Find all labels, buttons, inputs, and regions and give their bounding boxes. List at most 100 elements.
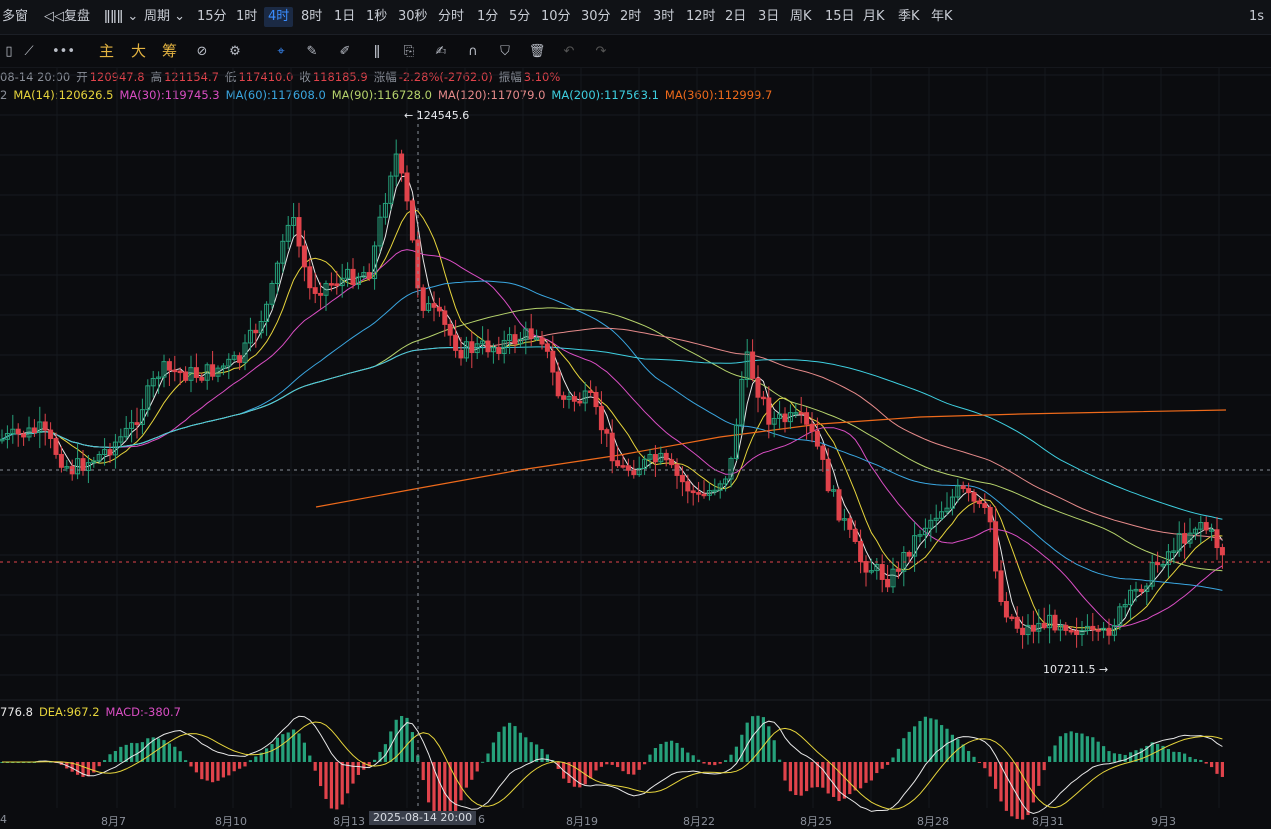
macd-bar [454, 762, 458, 816]
candle-body [836, 489, 842, 521]
macd-bar [1172, 751, 1176, 762]
candle-body [134, 422, 140, 425]
macd-bar [821, 762, 825, 788]
candle-body [436, 306, 442, 312]
candle-body [993, 521, 999, 572]
macd-bar [902, 738, 906, 762]
candle-body [442, 310, 448, 325]
macd-bar [918, 721, 922, 762]
x-tick: 8月7 [101, 815, 126, 828]
macd-bar [848, 762, 852, 795]
candle-body [760, 396, 766, 400]
candle-body [210, 364, 216, 377]
macd-bar [529, 742, 533, 762]
candle-body [1203, 522, 1209, 531]
macd-bar [540, 748, 544, 762]
macd-bar [621, 762, 625, 772]
macd-bar [610, 762, 614, 765]
macd-bar [697, 759, 701, 762]
macd-bar [1091, 737, 1095, 762]
candle-body [1074, 630, 1080, 636]
candle-body [690, 490, 696, 494]
candle-body [31, 427, 37, 433]
guide-lines [0, 110, 1271, 808]
macd-bar [1042, 762, 1046, 771]
macd-bar [1058, 736, 1062, 762]
ma-line [1, 175, 1223, 633]
candle-body [177, 370, 183, 374]
macd-bar [724, 760, 728, 762]
candle-body [512, 334, 518, 345]
macd-bar [459, 762, 463, 801]
candle-body [895, 568, 901, 572]
macd-bar [313, 762, 317, 771]
macd-bar [794, 762, 798, 796]
macd-bar [756, 715, 760, 762]
macd-bar [508, 722, 512, 762]
candle-body [863, 561, 869, 573]
candle-body [879, 564, 885, 580]
macd-bar [648, 754, 652, 762]
macd-bar [934, 719, 938, 762]
candle-body [966, 488, 972, 494]
x-tick: 8月22 [683, 815, 715, 828]
candle-body [318, 292, 324, 296]
candle-body [804, 412, 810, 425]
candle-body [1052, 614, 1058, 631]
candle-body [550, 350, 556, 373]
candle-body [598, 406, 604, 431]
macd-bar [637, 762, 641, 770]
low-annotation: 107211.5 → [1043, 663, 1109, 676]
macd-bar [659, 743, 663, 762]
macd-bar [427, 762, 431, 803]
macd-bar [929, 718, 933, 762]
candle-body [420, 287, 426, 311]
candle-body [199, 376, 205, 381]
macd-bar [1053, 745, 1057, 762]
macd-bar [907, 731, 911, 762]
x-tick: 4 [0, 813, 7, 826]
candle-body [1014, 616, 1020, 629]
macd-bar [643, 762, 647, 765]
macd-bar [788, 762, 792, 792]
candle-body [1020, 627, 1026, 636]
candle-body [679, 474, 685, 483]
candle-body [237, 355, 243, 363]
macd-bar [319, 762, 323, 787]
candlesticks [0, 139, 1225, 649]
macd-bar [356, 762, 360, 775]
macd-bar [103, 760, 107, 762]
candle-body [453, 334, 459, 351]
price-chart[interactable] [0, 0, 1271, 822]
macd-bar [805, 762, 809, 792]
macd-bar [837, 762, 841, 802]
candle-body [485, 340, 491, 353]
macd-bar [869, 762, 873, 781]
candle-body [404, 172, 410, 202]
macd-bar [1004, 762, 1008, 811]
candle-body [1214, 529, 1220, 549]
candle-body [1003, 601, 1009, 618]
candle-body [53, 438, 59, 455]
candle-body [885, 578, 891, 588]
candle-body [301, 245, 307, 268]
macd-bar [923, 716, 927, 762]
macd-bar [1010, 762, 1014, 817]
macd-bar [853, 762, 857, 791]
macd-bar [670, 740, 674, 762]
candle-body [782, 413, 788, 423]
macd-bar [626, 762, 630, 775]
macd-bar [184, 760, 188, 762]
candle-body [809, 423, 815, 432]
macd-bar [1026, 762, 1030, 816]
candle-body [431, 303, 437, 308]
macd-bar [1193, 759, 1197, 762]
macd-bar [194, 762, 198, 773]
macd-bar [329, 762, 333, 809]
candle-body [971, 492, 977, 502]
macd-bar [502, 726, 506, 762]
crosshair-time-label: 2025-08-14 20:00 [369, 811, 477, 825]
macd-bar [972, 756, 976, 762]
macd-bar [983, 762, 987, 769]
macd-bar [346, 762, 350, 794]
